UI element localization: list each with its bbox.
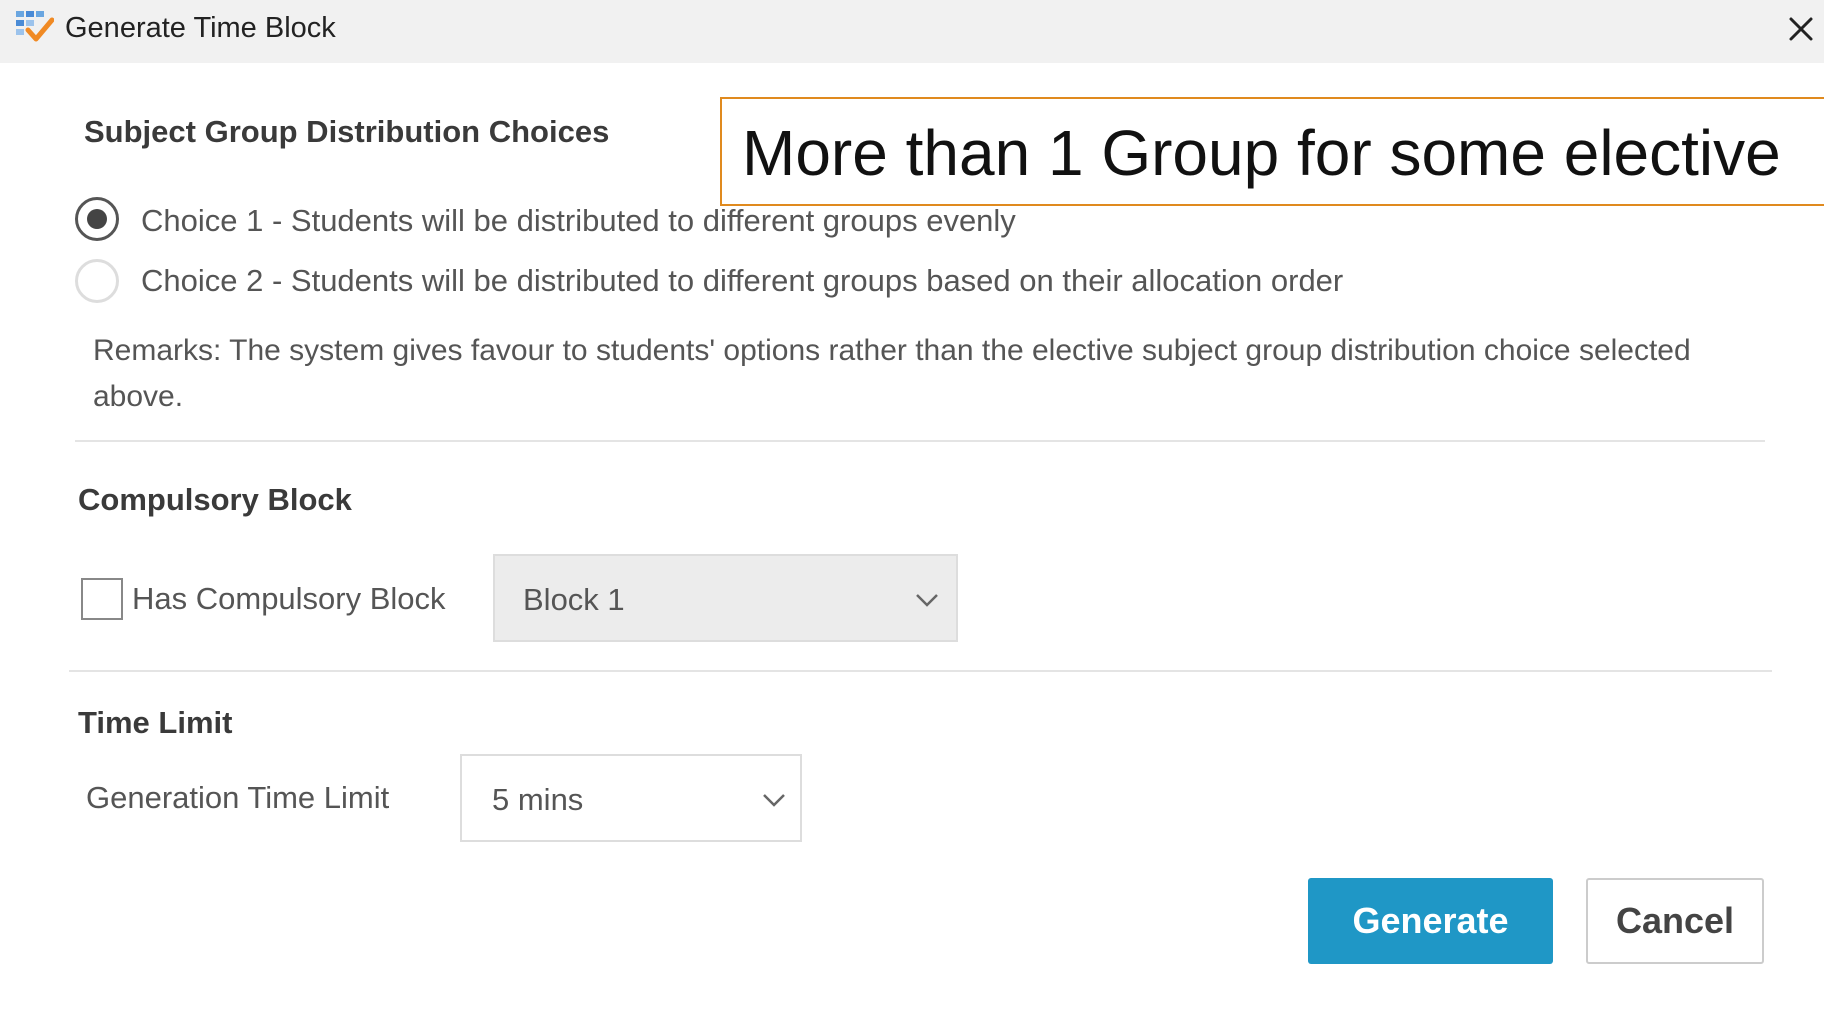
section-divider bbox=[69, 670, 1772, 672]
distribution-section-title: Subject Group Distribution Choices bbox=[84, 114, 610, 149]
generation-time-limit-label: Generation Time Limit bbox=[86, 780, 390, 815]
has-compulsory-block-checkbox[interactable] bbox=[81, 578, 123, 620]
compulsory-block-select-value: Block 1 bbox=[523, 582, 625, 617]
time-limit-select-value: 5 mins bbox=[492, 782, 584, 817]
annotation-callout: More than 1 Group for some elective bbox=[720, 97, 1824, 206]
section-divider bbox=[75, 440, 1765, 442]
has-compulsory-block-label[interactable]: Has Compulsory Block bbox=[132, 581, 446, 617]
time-limit-select[interactable]: 5 mins bbox=[460, 754, 802, 842]
compulsory-block-select[interactable]: Block 1 bbox=[493, 554, 958, 642]
choice-1-radio[interactable] bbox=[75, 197, 119, 241]
generate-button[interactable]: Generate bbox=[1308, 878, 1553, 964]
time-limit-section-title: Time Limit bbox=[78, 705, 233, 740]
chevron-down-icon bbox=[763, 794, 785, 807]
compulsory-section-title: Compulsory Block bbox=[78, 482, 352, 517]
choice-1-label[interactable]: Choice 1 - Students will be distributed … bbox=[141, 203, 1016, 239]
cancel-button[interactable]: Cancel bbox=[1586, 878, 1764, 964]
calendar-check-icon bbox=[16, 11, 54, 42]
close-icon[interactable] bbox=[1783, 11, 1819, 47]
window-title: Generate Time Block bbox=[65, 12, 336, 44]
chevron-down-icon bbox=[916, 594, 938, 607]
annotation-text: More than 1 Group for some elective bbox=[742, 117, 1781, 189]
choice-2-label[interactable]: Choice 2 - Students will be distributed … bbox=[141, 263, 1343, 299]
choice-2-radio[interactable] bbox=[75, 259, 119, 303]
dialog-titlebar: Generate Time Block bbox=[0, 0, 1824, 63]
remarks-text: Remarks: The system gives favour to stud… bbox=[93, 334, 1691, 413]
